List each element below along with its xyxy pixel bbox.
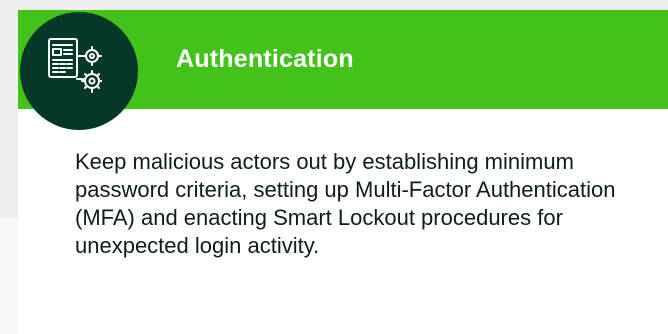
icon-badge bbox=[20, 12, 138, 130]
card-title: Authentication bbox=[176, 45, 354, 73]
card-description: Keep malicious actors out by establishin… bbox=[75, 149, 616, 258]
authentication-settings-icon bbox=[48, 38, 102, 93]
